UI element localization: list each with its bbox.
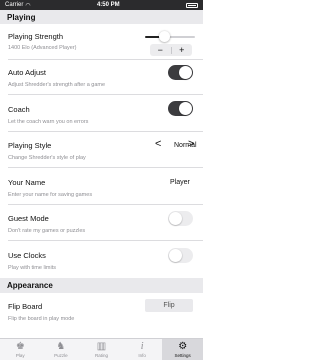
toggle-knob — [169, 212, 182, 225]
info-icon: i — [140, 341, 144, 352]
playing-strength-subtitle: 1400 Elo (Advanced Player) — [8, 45, 77, 51]
style-prev-button[interactable]: < — [155, 138, 161, 150]
section-title: Appearance — [7, 281, 53, 290]
use-clocks-title: Use Clocks — [8, 251, 46, 260]
coach-toggle[interactable] — [168, 101, 193, 116]
style-next-button[interactable]: > — [188, 138, 194, 150]
guest-mode-subtitle: Don't rate my games or puzzles — [8, 228, 86, 234]
strength-stepper[interactable]: − + — [150, 44, 192, 56]
puzzle-icon: ♞ — [56, 341, 66, 352]
flip-board-title: Flip Board — [8, 302, 43, 311]
battery-icon — [186, 2, 198, 8]
tab-label: Play — [15, 353, 25, 358]
flip-button[interactable]: Flip — [145, 299, 193, 312]
tab-rating[interactable]: ▥ Rating — [81, 339, 122, 360]
tab-label: Info — [138, 353, 146, 358]
tab-play[interactable]: ♚ Play — [0, 339, 41, 360]
section-title: Playing — [7, 12, 36, 22]
tab-label: Rating — [94, 353, 108, 358]
guest-mode-title: Guest Mode — [8, 214, 49, 223]
playing-style-subtitle: Change Shredder's style of play — [8, 155, 86, 161]
use-clocks-subtitle: Play with time limits — [8, 265, 56, 271]
divider — [8, 240, 203, 241]
auto-adjust-subtitle: Adjust Shredder's strength after a game — [8, 82, 106, 88]
divider — [8, 167, 203, 168]
play-icon: ♚ — [15, 341, 25, 352]
section-header-appearance: Appearance — [0, 278, 203, 293]
divider — [8, 204, 203, 205]
tab-label: Puzzle — [54, 353, 68, 358]
use-clocks-toggle[interactable] — [168, 248, 193, 263]
coach-title: Coach — [8, 105, 30, 114]
flip-board-subtitle: Flip the board in play mode — [8, 316, 75, 322]
coach-subtitle: Let the coach warn you on errors — [8, 119, 89, 125]
divider — [8, 131, 203, 132]
toggle-knob — [179, 102, 192, 115]
auto-adjust-toggle[interactable] — [168, 65, 193, 80]
slider-knob[interactable] — [159, 31, 170, 42]
toggle-knob — [169, 249, 182, 262]
stepper-minus-button[interactable]: − — [150, 44, 171, 56]
status-bar: Carrier ◠ 4:50 PM — [0, 0, 203, 10]
tab-label: Settings — [174, 353, 191, 358]
your-name-subtitle: Enter your name for saving games — [8, 192, 93, 198]
tab-info[interactable]: i Info — [122, 339, 163, 360]
carrier-group: Carrier ◠ — [5, 2, 31, 9]
playing-strength-title: Playing Strength — [8, 32, 64, 41]
wifi-icon: ◠ — [25, 2, 31, 9]
divider — [8, 94, 203, 95]
toggle-knob — [179, 66, 192, 79]
tab-bar: ♚ Play ♞ Puzzle ▥ Rating i Info ⚙ Settin… — [0, 338, 203, 360]
tab-settings[interactable]: ⚙ Settings — [162, 339, 203, 360]
gear-icon: ⚙ — [178, 341, 188, 352]
playing-style-title: Playing Style — [8, 141, 52, 150]
section-header-playing: Playing — [0, 10, 203, 24]
tab-puzzle[interactable]: ♞ Puzzle — [41, 339, 82, 360]
carrier-label: Carrier — [5, 2, 24, 8]
stepper-plus-button[interactable]: + — [172, 44, 193, 56]
status-time: 4:50 PM — [96, 2, 120, 8]
rating-icon: ▥ — [96, 341, 107, 352]
your-name-value[interactable]: Player — [170, 179, 190, 186]
auto-adjust-title: Auto Adjust — [8, 68, 46, 77]
divider — [8, 59, 203, 60]
your-name-title: Your Name — [8, 178, 46, 187]
guest-mode-toggle[interactable] — [168, 211, 193, 226]
